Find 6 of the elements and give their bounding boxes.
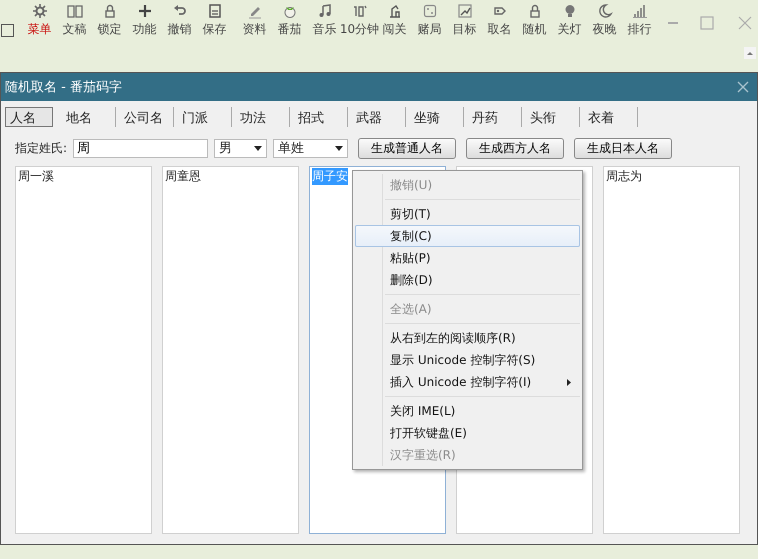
surname-label: 指定姓氏: <box>15 140 68 156</box>
name-text: 周子安 <box>312 168 348 185</box>
name-text: 周一溪 <box>18 168 54 185</box>
window-title: 随机取名 - 番茄码字 <box>5 79 122 96</box>
name-text: 周志为 <box>606 168 642 185</box>
name-text: 周童恩 <box>165 168 201 185</box>
